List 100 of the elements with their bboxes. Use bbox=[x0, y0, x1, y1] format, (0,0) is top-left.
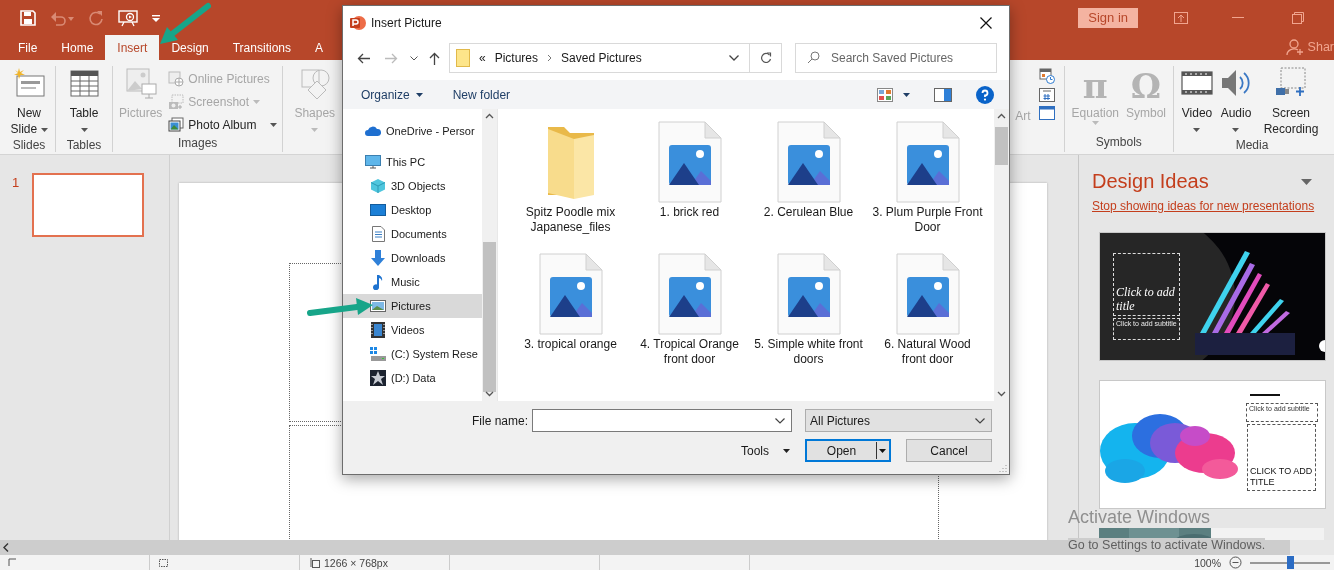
file-name[interactable]: 3. Plum Purple Front Door bbox=[871, 205, 984, 235]
caret-icon bbox=[270, 122, 278, 127]
group-label: Tables bbox=[65, 138, 103, 152]
open-button[interactable]: Open bbox=[805, 439, 891, 462]
field-label: File name: bbox=[471, 413, 528, 428]
dropdown-icon[interactable] bbox=[729, 55, 739, 61]
scroll-left-icon[interactable] bbox=[3, 543, 9, 552]
search-field[interactable]: Search Saved Pictures bbox=[795, 43, 997, 73]
overflow-chevron[interactable]: « bbox=[479, 51, 486, 65]
nav-item[interactable]: Documents bbox=[343, 222, 482, 246]
pictures-folder-icon bbox=[370, 300, 386, 312]
title-placeholder-text: Click to add title bbox=[1115, 284, 1176, 315]
title-placeholder-text: CLICK TO ADD TITLE bbox=[1249, 465, 1314, 489]
slider-thumb[interactable] bbox=[1287, 556, 1294, 569]
group-label: Slides bbox=[11, 138, 47, 152]
file-name[interactable]: 5. Simple white front doors bbox=[752, 337, 865, 367]
picture-monitor-icon bbox=[124, 67, 157, 99]
help-icon[interactable] bbox=[976, 85, 994, 104]
slide-thumbnail[interactable] bbox=[32, 173, 145, 237]
dropdown-icon[interactable] bbox=[1301, 178, 1312, 185]
slide-number: 1 bbox=[12, 175, 20, 190]
camera-icon bbox=[168, 93, 185, 110]
desktop-icon bbox=[370, 204, 386, 216]
presentation-icon[interactable] bbox=[118, 8, 138, 27]
notes-icon bbox=[158, 558, 169, 567]
nav-item[interactable]: This PC bbox=[343, 150, 482, 174]
file-name[interactable]: 1. brick red bbox=[633, 205, 746, 220]
breadcrumb[interactable]: Saved Pictures bbox=[561, 51, 642, 65]
ribbon-tab[interactable]: A bbox=[303, 35, 335, 60]
resize-grip-icon[interactable] bbox=[999, 464, 1007, 472]
cancel-button[interactable]: Cancel bbox=[906, 439, 992, 462]
ribbon-tab[interactable]: Insert bbox=[105, 35, 160, 60]
calendar-clock-icon[interactable] bbox=[1038, 68, 1055, 84]
nav-item[interactable]: Downloads bbox=[343, 246, 482, 270]
minimize-icon[interactable] bbox=[1232, 16, 1244, 19]
scroll-thumb[interactable] bbox=[995, 127, 1008, 165]
ribbon-button[interactable]: Photo Album bbox=[166, 113, 280, 136]
file-name[interactable]: 4. Tropical Orange front door bbox=[633, 337, 746, 367]
ribbon-tab[interactable]: Home bbox=[49, 35, 106, 60]
caret-icon bbox=[311, 127, 319, 132]
drive-icon bbox=[370, 347, 386, 361]
breadcrumb[interactable]: Pictures bbox=[494, 51, 539, 65]
caret-icon bbox=[253, 99, 261, 104]
screen-recording-icon bbox=[1275, 67, 1307, 99]
scroll-thumb[interactable] bbox=[483, 242, 496, 392]
ribbon-button[interactable]: Screen Recording bbox=[1256, 66, 1326, 138]
caret-icon bbox=[1091, 121, 1099, 125]
nav-item[interactable]: 3D Objects bbox=[343, 174, 482, 198]
file-name[interactable]: 3. tropical orange bbox=[514, 337, 627, 352]
view-options-icon[interactable] bbox=[877, 87, 893, 102]
nav-item[interactable]: Music bbox=[343, 270, 482, 294]
nav-item[interactable]: OneDrive - Persor bbox=[343, 119, 482, 143]
address-bar[interactable]: « Pictures Saved Pictures bbox=[449, 43, 782, 73]
nav-item[interactable]: (D:) Data bbox=[343, 366, 482, 390]
zoom-out-icon[interactable] bbox=[1229, 556, 1242, 569]
ribbon-tab[interactable]: File bbox=[6, 35, 50, 60]
customize-icon[interactable] bbox=[152, 13, 160, 22]
nav-item[interactable]: Desktop bbox=[343, 198, 482, 222]
scroll-down-icon[interactable] bbox=[997, 391, 1006, 397]
film-icon bbox=[371, 322, 385, 338]
link[interactable]: Stop showing ideas for new presentations bbox=[1092, 199, 1315, 213]
add-person-icon[interactable] bbox=[1285, 38, 1304, 56]
tools-button[interactable]: Tools bbox=[741, 443, 790, 458]
symbol-icon: π bbox=[1082, 67, 1108, 105]
file-name-field[interactable] bbox=[532, 409, 792, 432]
new-folder-button[interactable]: New folder bbox=[452, 87, 511, 102]
ribbon-tab[interactable]: Design bbox=[159, 35, 221, 60]
file-name[interactable]: 2. Cerulean Blue bbox=[752, 205, 865, 220]
ribbon-button[interactable]: Audio bbox=[1217, 66, 1255, 138]
caret-icon bbox=[410, 55, 418, 61]
save-icon[interactable] bbox=[20, 9, 36, 26]
view-dropdown-icon bbox=[903, 92, 910, 97]
app-logo-icon bbox=[350, 14, 366, 31]
picture-globe-icon bbox=[168, 70, 185, 87]
file-name[interactable]: 6. Natural Wood front door bbox=[871, 337, 984, 367]
nav-item[interactable]: Videos bbox=[343, 318, 482, 342]
nav-item[interactable]: (C:) System Rese bbox=[343, 342, 482, 366]
dropdown-icon[interactable] bbox=[775, 417, 785, 424]
scrollbar[interactable] bbox=[994, 109, 1009, 401]
music-note-icon bbox=[372, 274, 384, 290]
preview-pane-icon[interactable] bbox=[934, 87, 952, 102]
scroll-up-icon[interactable] bbox=[997, 113, 1006, 119]
nav-item[interactable]: Pictures bbox=[343, 294, 482, 318]
window-icon[interactable] bbox=[1038, 106, 1055, 120]
restore-icon[interactable] bbox=[1292, 11, 1304, 24]
scrollbar[interactable] bbox=[482, 109, 497, 401]
caret-icon bbox=[415, 92, 423, 97]
organize-button[interactable]: Organize bbox=[361, 87, 423, 102]
file-type-dropdown[interactable]: All Pictures bbox=[805, 409, 992, 432]
ribbon-button[interactable]: Table bbox=[59, 66, 109, 138]
ribbon-tab[interactable]: Transitions bbox=[220, 35, 303, 60]
ribbon-display-icon[interactable] bbox=[1174, 11, 1188, 24]
close-icon bbox=[980, 16, 992, 29]
slide-number-icon[interactable] bbox=[1038, 88, 1055, 102]
scroll-up-icon[interactable] bbox=[485, 113, 494, 119]
file-name[interactable]: Spitz Poodle mix Japanese_files bbox=[514, 205, 627, 235]
caret-icon bbox=[1193, 127, 1201, 132]
ribbon-button[interactable]: Video bbox=[1178, 66, 1216, 138]
ribbon-button[interactable]: New Slide bbox=[6, 66, 52, 138]
scroll-down-icon[interactable] bbox=[485, 391, 494, 397]
